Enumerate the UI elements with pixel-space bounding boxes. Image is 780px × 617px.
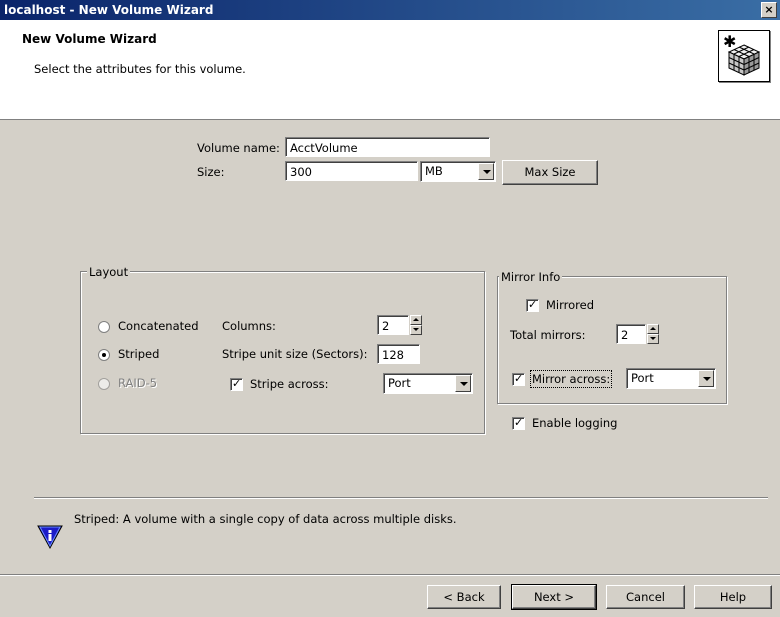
raid5-label: RAID-5 — [118, 376, 158, 390]
next-button[interactable]: Next > — [511, 584, 597, 610]
radio-raid5[interactable] — [98, 378, 110, 390]
info-separator — [34, 497, 768, 499]
chevron-down-icon[interactable] — [478, 163, 494, 180]
total-mirrors-input[interactable]: 2 — [616, 324, 646, 344]
total-mirrors-label: Total mirrors: — [510, 328, 586, 342]
size-unit-value: MB — [425, 164, 443, 178]
size-unit-select[interactable]: MB — [420, 161, 496, 182]
size-label: Size: — [197, 165, 225, 179]
stripe-across-value: Port — [388, 376, 411, 390]
enable-logging-checkbox[interactable] — [512, 416, 525, 430]
stripe-across-select[interactable]: Port — [383, 373, 473, 394]
mirrored-label[interactable]: Mirrored — [546, 298, 594, 312]
cancel-button[interactable]: Cancel — [606, 585, 685, 609]
wizard-title: New Volume Wizard — [22, 32, 157, 46]
columns-label: Columns: — [222, 319, 276, 333]
chevron-down-icon[interactable] — [698, 370, 714, 387]
size-input[interactable]: 300 — [285, 161, 418, 181]
mirror-across-select[interactable]: Port — [626, 368, 716, 389]
total-mirrors-spinner[interactable] — [647, 324, 659, 345]
svg-text:✱: ✱ — [723, 32, 736, 51]
info-icon — [36, 522, 64, 550]
mirror-across-checkbox[interactable] — [512, 372, 525, 386]
window-title: localhost - New Volume Wizard — [4, 3, 214, 17]
mirror-info-label: Mirror Info — [499, 270, 563, 284]
spin-down-icon[interactable] — [647, 334, 659, 344]
concatenated-label[interactable]: Concatenated — [118, 319, 199, 333]
title-bar: localhost - New Volume Wizard — [0, 0, 780, 20]
stripe-unit-label: Stripe unit size (Sectors): — [222, 347, 368, 361]
max-size-button[interactable]: Max Size — [502, 160, 598, 185]
footer-separator — [0, 574, 780, 576]
columns-spinner[interactable] — [410, 315, 422, 336]
mirrored-checkbox[interactable] — [526, 298, 539, 312]
spin-up-icon[interactable] — [647, 324, 659, 334]
volume-name-label: Volume name: — [197, 141, 280, 155]
volume-name-input[interactable]: AcctVolume — [285, 137, 490, 157]
stripe-unit-input[interactable]: 128 — [377, 344, 420, 364]
spin-down-icon[interactable] — [410, 325, 422, 335]
help-button[interactable]: Help — [694, 585, 772, 609]
back-button[interactable]: < Back — [427, 585, 501, 609]
wizard-subtitle: Select the attributes for this volume. — [34, 62, 246, 76]
mirror-across-value: Port — [631, 371, 654, 385]
enable-logging-label[interactable]: Enable logging — [532, 416, 617, 430]
layout-group-label: Layout — [87, 265, 131, 279]
info-text: Striped: A volume with a single copy of … — [74, 512, 457, 526]
stripe-across-checkbox[interactable] — [230, 377, 243, 391]
close-button[interactable]: × — [761, 2, 777, 18]
radio-concatenated[interactable] — [98, 321, 110, 333]
spin-up-icon[interactable] — [410, 315, 422, 325]
stripe-across-label[interactable]: Stripe across: — [250, 377, 329, 391]
chevron-down-icon[interactable] — [455, 375, 471, 392]
radio-striped[interactable] — [98, 349, 110, 361]
striped-label[interactable]: Striped — [118, 347, 159, 361]
mirror-across-label[interactable]: Mirror across: — [529, 370, 613, 388]
columns-input[interactable]: 2 — [377, 315, 409, 335]
wizard-cube-icon: ✱ — [718, 30, 770, 82]
